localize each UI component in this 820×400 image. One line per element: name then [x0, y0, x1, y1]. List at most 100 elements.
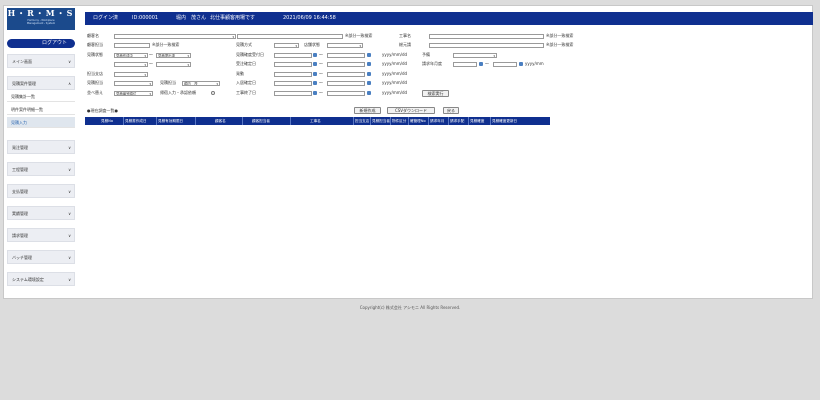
column-header[interactable]: 顧客名 [215, 117, 226, 125]
estimate-date-to[interactable] [327, 53, 365, 58]
sales-rep-select[interactable] [114, 72, 148, 77]
sidebar-item-payments[interactable]: 支払管理 ∨ [7, 184, 75, 198]
column-header[interactable]: 請求手配 [450, 117, 464, 125]
sidebar-item-label: システム環境設定 [12, 277, 44, 282]
sidebar-item-case-mgmt[interactable]: 見積案件管理 ∧ [7, 76, 75, 90]
reason-from[interactable] [274, 72, 312, 77]
issue-status-select[interactable] [327, 43, 363, 48]
chevron-down-icon: ∨ [68, 211, 71, 216]
column-divider [156, 117, 157, 125]
sidebar-item-main-menu[interactable]: メイン画面 ∨ [7, 54, 75, 68]
calendar-icon[interactable] [367, 62, 371, 66]
column-header[interactable]: 見積確度 [470, 117, 484, 125]
calendar-icon[interactable] [367, 72, 371, 76]
new-button[interactable]: 新規作成 [354, 107, 381, 114]
chevron-down-icon: ∨ [68, 59, 71, 64]
issue-status-label: 店舗状態 [304, 42, 320, 47]
range-tilde: ～ [319, 52, 323, 57]
chevron-down-icon: ∨ [68, 189, 71, 194]
column-header[interactable]: 見積書作成日 [125, 117, 147, 125]
order-date-to[interactable] [327, 62, 365, 67]
app-logo: H・R・M・S Harmony・Workplace Management・Sys… [7, 8, 75, 30]
partial-match-note: ※部分一致検索 [546, 42, 574, 47]
sidebar-item-label: 見積案件管理 [12, 81, 36, 86]
delivery-date-from[interactable] [274, 81, 312, 86]
sidebar-item-label: バッチ管理 [12, 255, 32, 260]
budget-select[interactable] [453, 53, 497, 58]
calendar-icon[interactable] [367, 91, 371, 95]
estimate-method-select[interactable] [274, 43, 299, 48]
partial-match-note: ※部分一致検索 [546, 33, 574, 38]
calendar-icon[interactable] [367, 81, 371, 85]
customer-select[interactable] [114, 34, 236, 39]
header-datetime: 2021/06/09 16:44:58 [283, 15, 336, 21]
column-header[interactable]: 担当支店 [355, 117, 369, 125]
column-header[interactable]: 見積担当者 [372, 117, 390, 125]
sidebar-item-label: 支払管理 [12, 189, 28, 194]
date-format-hint: yyyy/mm/dd [382, 52, 408, 57]
sidebar-item-settings[interactable]: システム環境設定 ∨ [7, 272, 75, 286]
sort-select[interactable]: 見積番号順位 [114, 91, 153, 96]
sidebar-item-process[interactable]: 工程管理 ∨ [7, 162, 75, 176]
estimate-date-from[interactable] [274, 53, 312, 58]
construction-name-label: 工事名 [399, 33, 411, 38]
back-button[interactable]: 戻る [443, 107, 459, 114]
sidebar-item-batch[interactable]: バッチ管理 ∨ [7, 250, 75, 264]
calendar-icon[interactable] [313, 53, 317, 57]
customer-input[interactable] [237, 34, 343, 39]
sales-rep-label: 担当支店 [87, 71, 103, 76]
estimate-rep-select[interactable] [114, 81, 153, 86]
estimate-status-from-select[interactable]: 見積作成中 [114, 53, 148, 58]
sidebar-item-billing[interactable]: 請求管理 ∨ [7, 228, 75, 242]
contractor-input[interactable] [429, 43, 544, 48]
billing-month-from[interactable] [453, 62, 477, 67]
delivery-date-to[interactable] [327, 81, 365, 86]
range-tilde: ～ [149, 61, 153, 66]
column-divider [353, 117, 354, 125]
logout-button[interactable]: ログアウト [7, 39, 75, 48]
construction-name-input[interactable] [429, 34, 544, 39]
completion-date-from[interactable] [274, 91, 312, 96]
column-divider [408, 117, 409, 125]
calendar-icon[interactable] [313, 62, 317, 66]
sidebar-item-results[interactable]: 実績管理 ∨ [7, 206, 75, 220]
rep-select[interactable]: 堀内 茂 [182, 81, 220, 86]
column-header[interactable]: 確管理No [410, 117, 426, 125]
calendar-icon[interactable] [519, 62, 523, 66]
logo-title: H・R・M・S [7, 8, 75, 18]
column-header[interactable]: 請求年月 [430, 117, 444, 125]
calendar-icon[interactable] [313, 72, 317, 76]
order-date-from[interactable] [274, 62, 312, 67]
sidebar-item-orders[interactable]: 発注管理 ∨ [7, 140, 75, 154]
column-header[interactable]: 物件区分 [392, 117, 406, 125]
column-divider [290, 117, 291, 125]
completion-date-label: 工事終了日 [236, 90, 256, 95]
sidebar-subitem-detail-list[interactable]: 明件案件明細一覧 [7, 104, 75, 115]
estimate-status-to-select[interactable]: 見積提出済 [156, 53, 191, 58]
calendar-icon[interactable] [367, 53, 371, 57]
column-header[interactable]: 顧客担当者 [252, 117, 270, 125]
sidebar-subitem-estimate-input[interactable]: 見積入力 [7, 117, 75, 128]
column-header[interactable]: 見積確度更新日 [492, 117, 517, 125]
calendar-icon[interactable] [313, 81, 317, 85]
reason-to[interactable] [327, 72, 365, 77]
header-bar: ログイン済 ID:000001 堀内 茂さん 北仕事顧客用場です 2021/06… [85, 12, 813, 25]
chevron-down-icon: ∨ [68, 233, 71, 238]
calendar-icon[interactable] [313, 91, 317, 95]
completion-date-to[interactable] [327, 91, 365, 96]
search-button[interactable]: 検索実行 [422, 90, 449, 97]
approval-radio[interactable] [211, 91, 215, 95]
column-header[interactable]: 見積有効期限日 [158, 117, 183, 125]
customer-group-input[interactable] [114, 43, 150, 48]
calendar-icon[interactable] [479, 62, 483, 66]
billing-month-to[interactable] [493, 62, 517, 67]
results-table-header: 見積No 見積書作成日 見積有効期限日 顧客名 顧客担当者 工事名 担当支店 見… [85, 117, 550, 125]
csv-download-button[interactable]: CSVダウンロード [387, 107, 435, 114]
column-header[interactable]: 見積No [101, 117, 113, 125]
delivery-date-label: 入居確定日 [236, 80, 256, 85]
sub-status-from-select[interactable] [114, 62, 148, 67]
sidebar-subitem-estimate-list[interactable]: 見積集計一覧 [7, 91, 75, 102]
sub-status-to-select[interactable] [156, 62, 191, 67]
column-header[interactable]: 工事名 [310, 117, 321, 125]
estimate-method-label: 見積方式 [236, 42, 252, 47]
